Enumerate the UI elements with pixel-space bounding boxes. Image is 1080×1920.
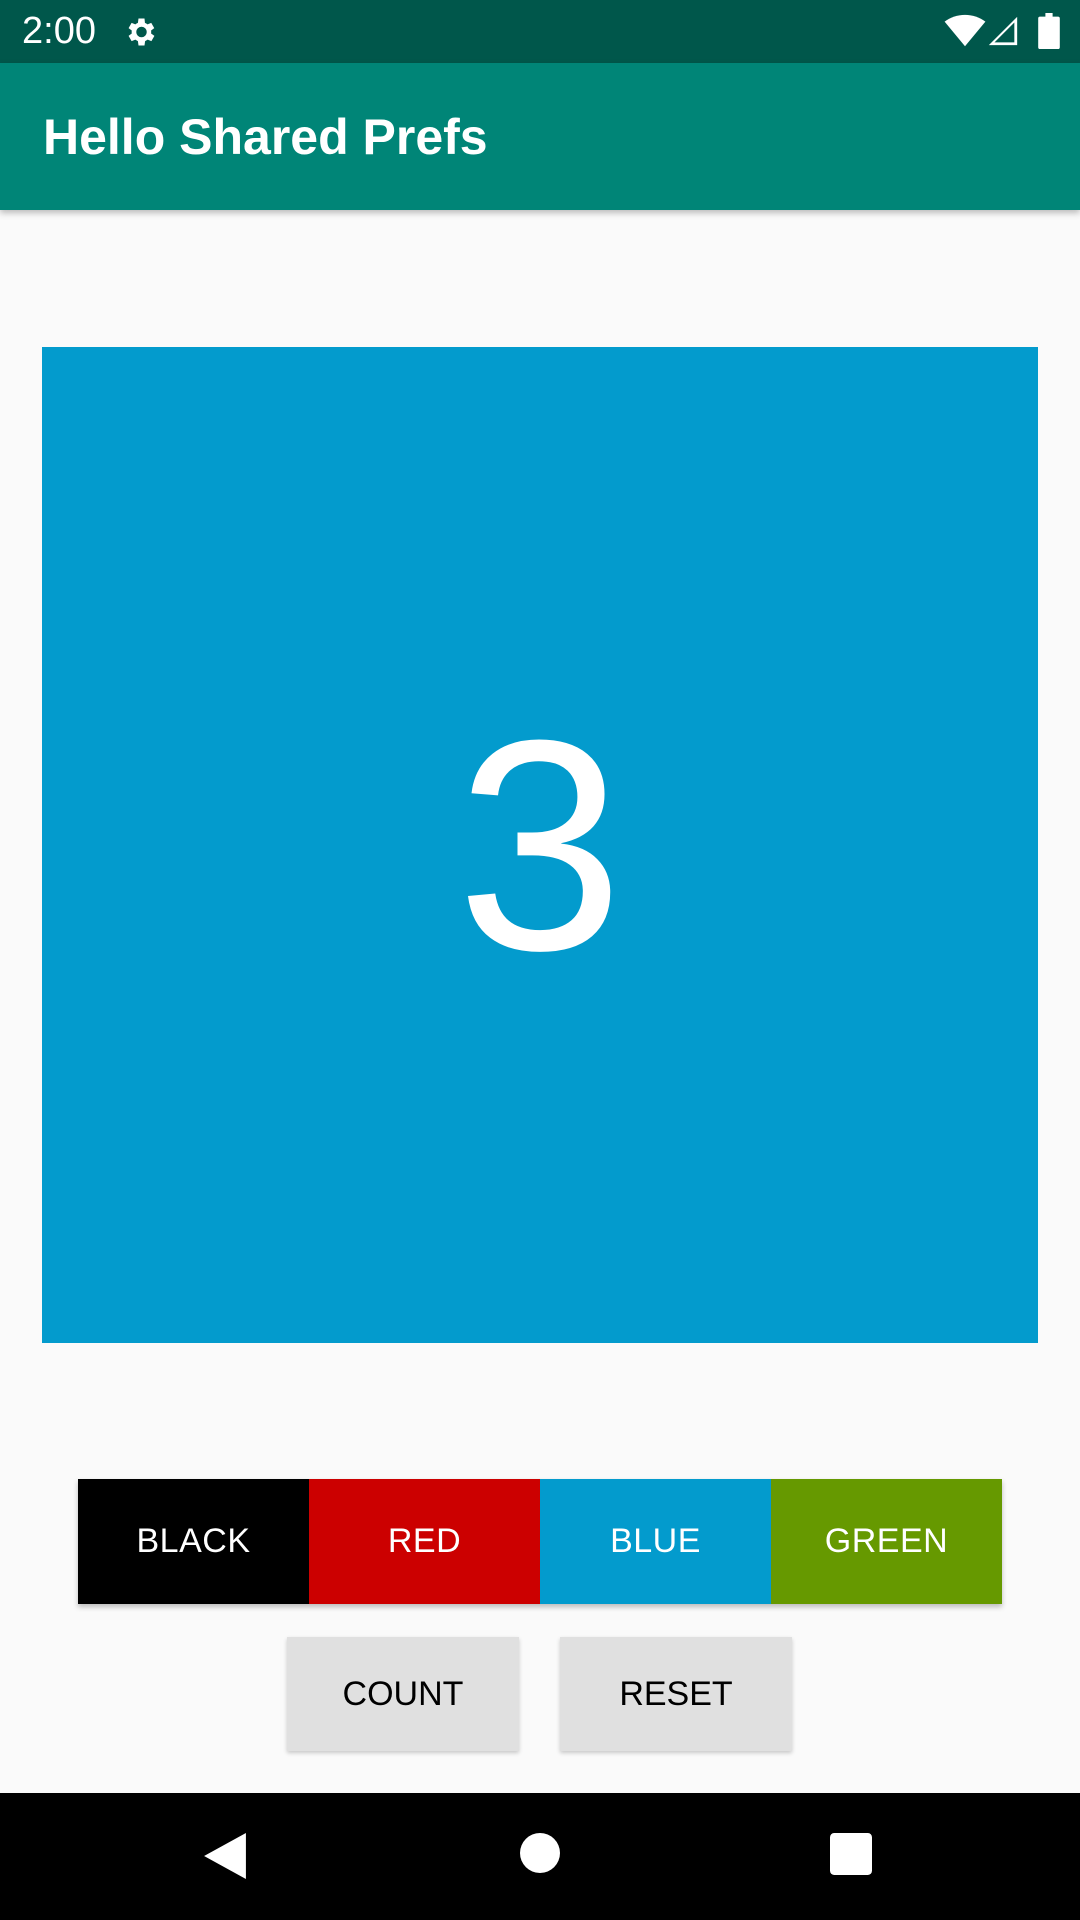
count-display: 3 [42,347,1038,1343]
app-bar: Hello Shared Prefs [0,63,1080,210]
cell-signal-icon [988,16,1018,46]
count-button[interactable]: COUNT [287,1637,519,1751]
black-button[interactable]: BLACK [78,1479,309,1604]
count-value: 3 [456,677,624,1013]
recents-icon[interactable] [830,1833,872,1875]
navigation-bar [0,1793,1080,1920]
gear-icon [128,18,155,46]
app-title: Hello Shared Prefs [43,109,488,165]
red-button[interactable]: RED [309,1479,540,1604]
wifi-icon [944,14,986,47]
green-button[interactable]: GREEN [771,1479,1002,1604]
blue-button[interactable]: BLUE [540,1479,771,1604]
battery-icon [1038,13,1060,49]
status-time: 2:00 [22,10,96,52]
status-bar: 2:00 [0,0,1080,63]
home-icon[interactable] [520,1833,560,1873]
color-button-row: BLACK RED BLUE GREEN [78,1479,1002,1604]
back-icon[interactable] [204,1833,246,1879]
reset-button[interactable]: RESET [560,1637,792,1751]
